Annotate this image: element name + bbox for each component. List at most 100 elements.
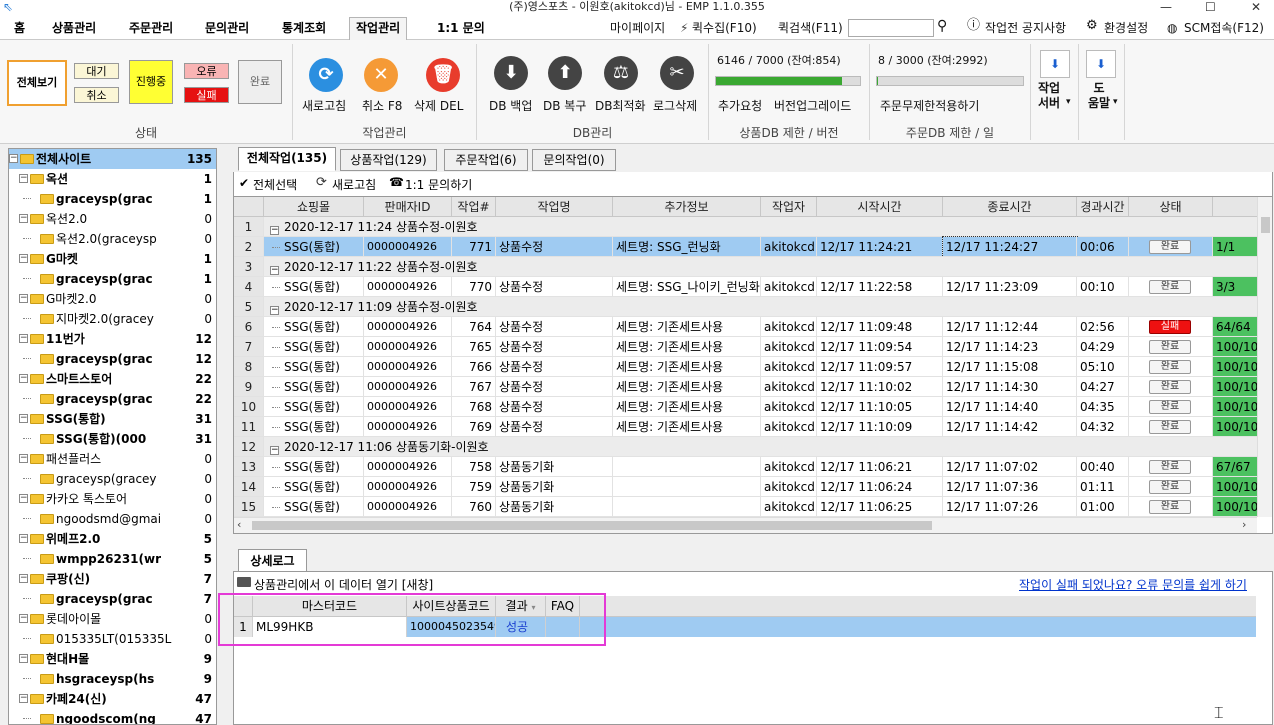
quick-search-input[interactable]: [848, 19, 934, 37]
mall-cell[interactable]: SSG(통합): [264, 277, 364, 297]
collapse-icon[interactable]: −: [19, 414, 28, 423]
table-row[interactable]: 13 SSG(통합) 0000004926 758 상품동기화 akitokcd 12/17…: [234, 457, 1258, 477]
tree-item[interactable]: wmpp26231(wr 5: [9, 549, 216, 569]
progress-cell[interactable]: 100/100: [1213, 497, 1258, 517]
extra-info-cell[interactable]: 세트명: 기존세트사용: [613, 377, 761, 397]
select-all-button[interactable]: 전체선택: [253, 176, 297, 193]
group-title[interactable]: −2020-12-17 11:24 상품수정-이원호: [264, 217, 1258, 237]
mall-cell[interactable]: SSG(통합): [264, 337, 364, 357]
worker-cell[interactable]: akitokcd: [761, 357, 817, 377]
help-download-icon[interactable]: ⬇: [1086, 50, 1116, 78]
progress-cell[interactable]: 100/100: [1213, 337, 1258, 357]
db-backup-button[interactable]: DB 백업: [489, 97, 532, 114]
job-number-cell[interactable]: 771: [452, 237, 496, 257]
group-title[interactable]: −2020-12-17 11:06 상품동기화-이원호: [264, 437, 1258, 457]
extra-info-cell[interactable]: 세트명: SSG_런닝화: [613, 237, 761, 257]
quick-collect-link[interactable]: 퀵수집(F10): [692, 20, 757, 36]
status-done-badge[interactable]: 완료: [1149, 500, 1191, 514]
download-icon[interactable]: ⬇: [1040, 50, 1070, 78]
job-number-cell[interactable]: 767: [452, 377, 496, 397]
job-number-header[interactable]: 작업#: [452, 197, 496, 217]
worker-cell[interactable]: akitokcd: [761, 317, 817, 337]
progress-cell[interactable]: 100/100: [1213, 357, 1258, 377]
collapse-icon[interactable]: −: [19, 614, 28, 623]
status-fail-badge[interactable]: 실패: [1149, 320, 1191, 334]
job-name-cell[interactable]: 상품수정: [496, 237, 613, 257]
settings-link[interactable]: 환경설정: [1104, 20, 1148, 36]
collapse-icon[interactable]: −: [19, 654, 28, 663]
progress-cell[interactable]: 100/100: [1213, 377, 1258, 397]
end-time-cell[interactable]: 12/17 11:14:23: [943, 337, 1077, 357]
db-optimize-icon[interactable]: ⚖: [604, 56, 638, 90]
extra-info-header[interactable]: 추가정보: [613, 197, 761, 217]
table-row[interactable]: 14 SSG(통합) 0000004926 759 상품동기화 akitokcd 12/17…: [234, 477, 1258, 497]
tree-item[interactable]: graceysp(grac 22: [9, 389, 216, 409]
cancel-filter[interactable]: 취소: [74, 87, 119, 103]
tree-item[interactable]: graceysp(grac 12: [9, 349, 216, 369]
chevron-right-icon[interactable]: ›: [1242, 518, 1246, 531]
worker-cell[interactable]: akitokcd: [761, 377, 817, 397]
horizontal-scrollbar[interactable]: ‹ ›: [234, 517, 1257, 533]
end-time-header[interactable]: 종료시간: [943, 197, 1077, 217]
progress-cell[interactable]: 100/100: [1213, 477, 1258, 497]
group-row[interactable]: 1−2020-12-17 11:24 상품수정-이원호: [234, 217, 1258, 237]
tree-item[interactable]: − G마켓 1: [9, 249, 216, 269]
start-time-cell[interactable]: 12/17 11:09:54: [817, 337, 943, 357]
elapsed-cell[interactable]: 00:06: [1077, 237, 1129, 257]
collapse-icon[interactable]: −: [19, 494, 28, 503]
table-row[interactable]: 10 SSG(통합) 0000004926 768 상품수정 세트명: 기존세트사용 aki…: [234, 397, 1258, 417]
chevron-left-icon[interactable]: ‹: [237, 518, 241, 531]
status-done-badge[interactable]: 완료: [1149, 280, 1191, 294]
mall-header[interactable]: 쇼핑몰: [264, 197, 364, 217]
extra-info-cell[interactable]: 세트명: 기존세트사용: [613, 337, 761, 357]
collapse-icon[interactable]: −: [270, 226, 279, 235]
extra-info-cell[interactable]: 세트명: SSG_나이키_런닝화: [613, 277, 761, 297]
job-name-cell[interactable]: 상품수정: [496, 417, 613, 437]
tree-item[interactable]: 지마켓2.0(gracey 0: [9, 309, 216, 329]
mall-cell[interactable]: SSG(통합): [264, 457, 364, 477]
job-name-cell[interactable]: 상품수정: [496, 277, 613, 297]
mall-cell[interactable]: SSG(통합): [264, 377, 364, 397]
seller-id-cell[interactable]: 0000004926: [364, 417, 452, 437]
elapsed-cell[interactable]: 04:35: [1077, 397, 1129, 417]
seller-id-cell[interactable]: 0000004926: [364, 337, 452, 357]
job-number-cell[interactable]: 766: [452, 357, 496, 377]
collapse-icon[interactable]: −: [270, 446, 279, 455]
start-time-cell[interactable]: 12/17 11:10:05: [817, 397, 943, 417]
job-number-cell[interactable]: 758: [452, 457, 496, 477]
seller-id-cell[interactable]: 0000004926: [364, 317, 452, 337]
tree-item[interactable]: 옥션2.0(graceysp 0: [9, 229, 216, 249]
status-done-badge[interactable]: 완료: [1149, 420, 1191, 434]
mypage-link[interactable]: 마이페이지: [610, 20, 665, 36]
menu-1to1[interactable]: 1:1 문의: [437, 19, 485, 37]
end-time-cell[interactable]: 12/17 11:14:42: [943, 417, 1077, 437]
mall-cell[interactable]: SSG(통합): [264, 417, 364, 437]
extra-info-cell[interactable]: [613, 497, 761, 517]
tab-inquiry-jobs[interactable]: 문의작업(0): [532, 149, 616, 171]
job-number-cell[interactable]: 759: [452, 477, 496, 497]
worker-cell[interactable]: akitokcd: [761, 337, 817, 357]
start-time-cell[interactable]: 12/17 11:06:25: [817, 497, 943, 517]
tab-all-jobs[interactable]: 전체작업(135): [238, 147, 336, 171]
group-title[interactable]: −2020-12-17 11:09 상품수정-이원호: [264, 297, 1258, 317]
end-time-cell[interactable]: 12/17 11:23:09: [943, 277, 1077, 297]
extra-info-cell[interactable]: 세트명: 기존세트사용: [613, 317, 761, 337]
fail-filter[interactable]: 실패: [184, 87, 229, 103]
mall-cell[interactable]: SSG(통합): [264, 317, 364, 337]
end-time-cell[interactable]: 12/17 11:24:27: [942, 236, 1078, 258]
elapsed-cell[interactable]: 05:10: [1077, 357, 1129, 377]
end-time-cell[interactable]: 12/17 11:07:26: [943, 497, 1077, 517]
tree-item[interactable]: − 카카오 톡스토어 0: [9, 489, 216, 509]
scroll-thumb[interactable]: [1261, 217, 1270, 233]
elapsed-cell[interactable]: 00:10: [1077, 277, 1129, 297]
cancel-icon[interactable]: ✕: [364, 58, 398, 92]
collapse-icon[interactable]: −: [19, 534, 28, 543]
tree-item[interactable]: − 현대H몰 9: [9, 649, 216, 669]
tree-item[interactable]: SSG(통합)(000 31: [9, 429, 216, 449]
worker-cell[interactable]: akitokcd: [761, 477, 817, 497]
end-time-cell[interactable]: 12/17 11:15:08: [943, 357, 1077, 377]
menu-home[interactable]: 홈: [14, 19, 25, 37]
seller-id-cell[interactable]: 0000004926: [364, 357, 452, 377]
job-name-cell[interactable]: 상품수정: [496, 357, 613, 377]
job-number-cell[interactable]: 769: [452, 417, 496, 437]
